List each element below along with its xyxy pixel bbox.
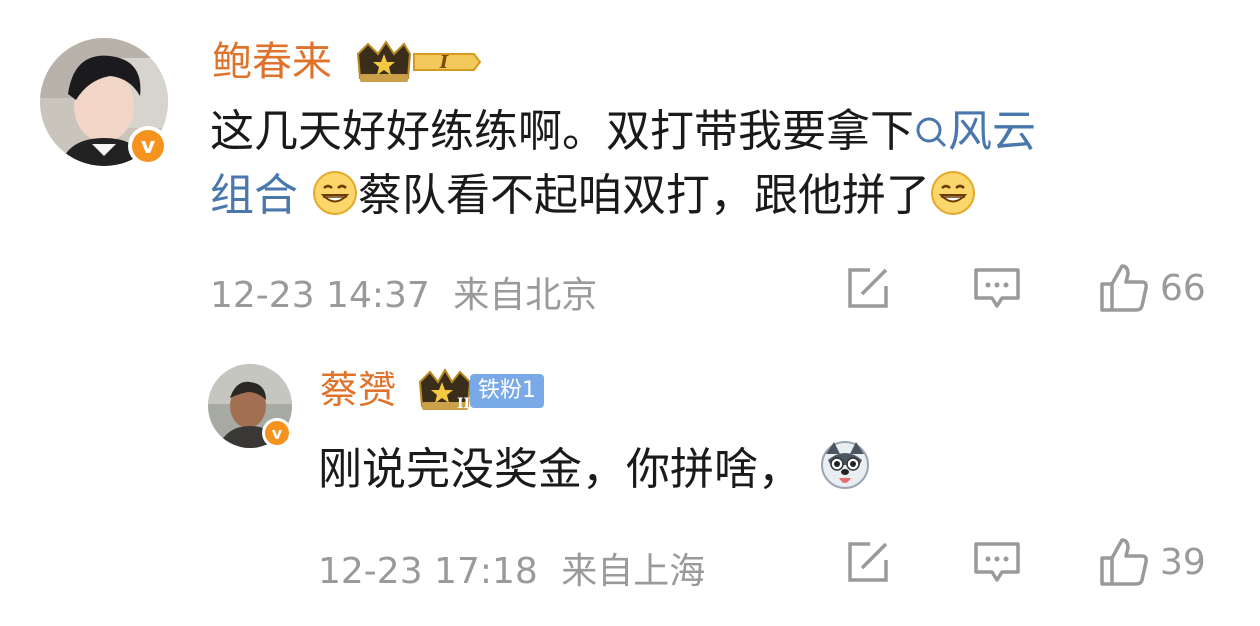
husky-emoji-icon: [821, 441, 869, 489]
member-level-badge[interactable]: I: [352, 38, 482, 86]
like-button[interactable]: 66: [1098, 262, 1206, 314]
reply-text: 刚说完没奖金，你拼啥，: [318, 438, 870, 502]
crown-icon: II: [418, 368, 472, 412]
share-icon: [848, 542, 888, 582]
svg-text:II: II: [457, 396, 470, 412]
crown-icon: I: [356, 40, 482, 82]
like-count: 39: [1160, 541, 1206, 583]
fan-tag[interactable]: 铁粉1: [470, 374, 544, 408]
svg-text:I: I: [439, 52, 449, 73]
comment-meta: 12-23 14:37 来自北京: [210, 266, 597, 318]
reply-button[interactable]: [972, 538, 1022, 586]
location: 来自上海: [561, 551, 706, 592]
timestamp: 12-23 14:37: [210, 275, 430, 316]
member-level-badge[interactable]: II 铁粉1: [416, 368, 544, 414]
comment-icon: [974, 542, 1020, 582]
share-button[interactable]: [844, 264, 892, 312]
share-button[interactable]: [844, 538, 892, 586]
comment-text: 这几天好好练练啊。双打带我要拿下 风云 组合 蔡队看不起咱双打，跟他拼了: [210, 100, 1036, 228]
comment-item: v 鲍春来 I 这几天好好练练啊。双打带我要拿下 风云 组合 蔡队看不起咱双打，跟…: [0, 0, 1260, 330]
reply-meta: 12-23 17:18 来自上海: [318, 542, 705, 594]
avatar[interactable]: v: [40, 38, 168, 166]
timestamp: 12-23 17:18: [318, 551, 538, 592]
like-button[interactable]: 39: [1098, 536, 1206, 588]
topic-link[interactable]: 风云: [914, 106, 1036, 157]
share-icon: [848, 268, 888, 308]
topic-link-continued[interactable]: 组合: [210, 170, 298, 221]
grin-emoji-icon: [931, 171, 975, 215]
reply-button[interactable]: [972, 264, 1022, 312]
location: 来自北京: [453, 275, 598, 316]
reply-item: v 蔡赟 II 铁粉1 刚说完没奖金，你拼啥， 12-23 17:18 来自上海…: [0, 330, 1260, 626]
comment-icon: [974, 268, 1020, 308]
comment-text-part2: 蔡队看不起咱双打，跟他拼了: [358, 170, 930, 221]
username[interactable]: 蔡赟: [320, 366, 396, 414]
like-icon: [1100, 538, 1148, 586]
verified-badge-icon: v: [128, 126, 168, 166]
grin-emoji-icon: [313, 171, 357, 215]
avatar[interactable]: v: [208, 364, 292, 448]
verified-badge-icon: v: [262, 418, 292, 448]
like-count: 66: [1160, 267, 1206, 309]
username[interactable]: 鲍春来: [212, 38, 332, 86]
comment-text-part1: 这几天好好练练啊。双打带我要拿下: [210, 106, 914, 157]
search-icon: [916, 117, 947, 148]
like-icon: [1100, 264, 1148, 312]
